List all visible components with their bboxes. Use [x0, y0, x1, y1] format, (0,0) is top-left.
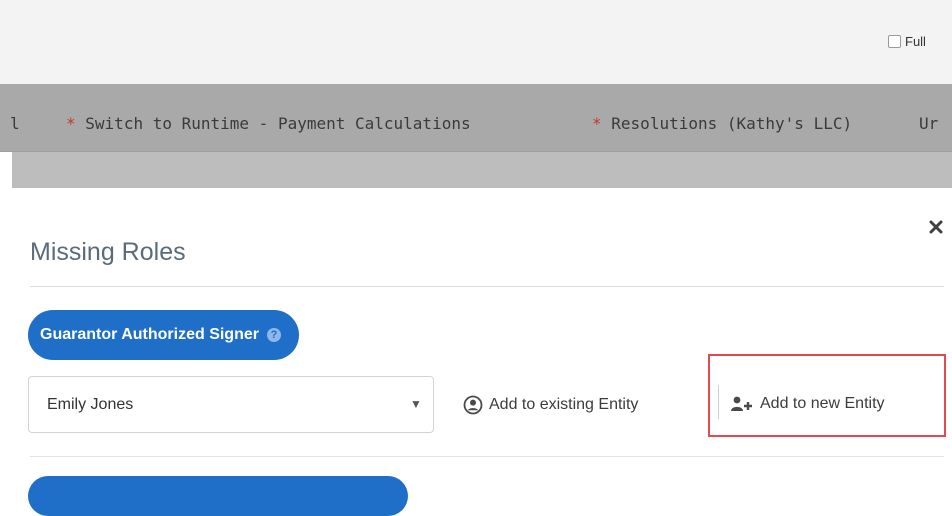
tab-bar: l * Switch to Runtime - Payment Calculat…	[0, 84, 952, 152]
required-star: *	[66, 114, 76, 133]
section-divider	[30, 456, 944, 457]
close-icon[interactable]	[929, 220, 943, 234]
top-toolbar: Full	[0, 0, 952, 84]
modal-backdrop	[12, 152, 952, 188]
modal-title: Missing Roles	[30, 238, 186, 266]
user-circle-icon	[463, 395, 483, 415]
full-toggle[interactable]: Full	[888, 34, 926, 49]
dropdown-arrow-icon: ▼	[410, 397, 422, 411]
annotation-highlight-box	[708, 354, 946, 437]
tab-label: Resolutions (Kathy's LLC)	[611, 114, 853, 133]
tab-label: Ur	[919, 114, 939, 133]
role-badge-guarantor: Guarantor Authorized Signer ?	[28, 310, 299, 360]
add-to-existing-entity-button[interactable]: Add to existing Entity	[463, 395, 638, 415]
title-divider	[30, 286, 944, 287]
tab-partial-right[interactable]: Ur	[919, 114, 938, 133]
tab-strip: l * Switch to Runtime - Payment Calculat…	[0, 84, 952, 152]
tab-partial-left[interactable]: l	[10, 114, 20, 133]
role-badge-label: Guarantor Authorized Signer	[40, 326, 259, 343]
tab-resolutions[interactable]: * Resolutions (Kathy's LLC)	[592, 114, 852, 133]
full-checkbox[interactable]	[888, 35, 901, 48]
full-label: Full	[905, 34, 926, 49]
add-to-existing-entity-label: Add to existing Entity	[489, 396, 639, 413]
person-select[interactable]: Emily Jones ▼	[28, 376, 434, 433]
person-select-value: Emily Jones	[47, 396, 134, 413]
tab-label: l	[10, 114, 20, 133]
required-star: *	[592, 114, 602, 133]
help-icon[interactable]: ?	[266, 328, 281, 342]
role-badge-next	[28, 476, 408, 516]
tab-switch-to-runtime[interactable]: * Switch to Runtime - Payment Calculatio…	[66, 114, 471, 133]
tab-label: Switch to Runtime - Payment Calculations	[85, 114, 471, 133]
